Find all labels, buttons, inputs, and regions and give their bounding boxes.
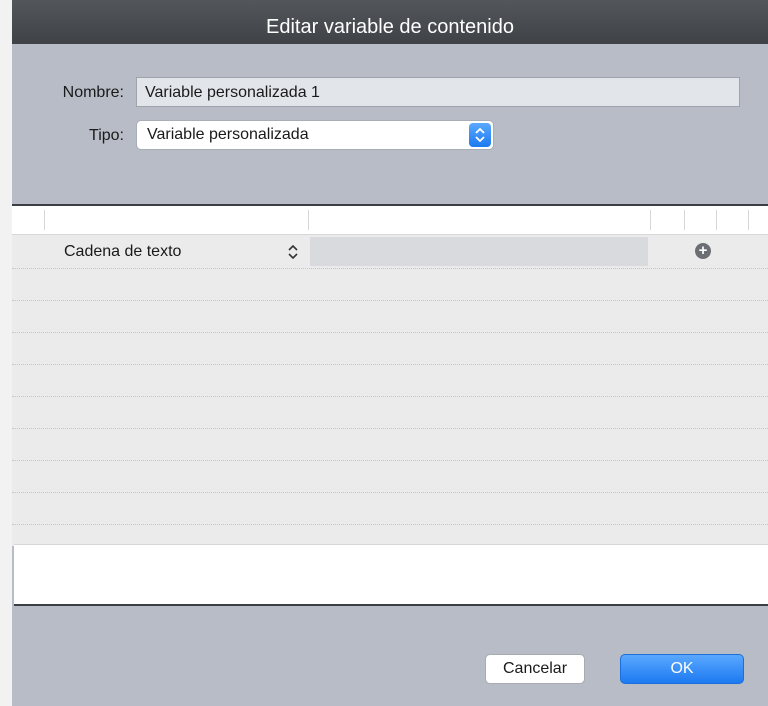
grid-line — [12, 332, 768, 333]
dialog-window: Editar variable de contenido Nombre: Var… — [12, 0, 768, 706]
dialog-title: Editar variable de contenido — [12, 0, 768, 44]
name-field[interactable]: Variable personalizada 1 — [136, 77, 740, 107]
grid-line — [12, 268, 768, 269]
cancel-button[interactable]: Cancelar — [485, 654, 585, 684]
row-value-field[interactable] — [310, 237, 648, 266]
grid-line — [12, 300, 768, 301]
type-label: Tipo: — [89, 127, 124, 144]
grid-line — [12, 492, 768, 493]
grid-line — [12, 460, 768, 461]
name-label: Nombre: — [62, 84, 124, 101]
chevron-up-down-icon[interactable] — [288, 235, 298, 268]
column-divider — [748, 210, 749, 230]
type-select[interactable]: Variable personalizada — [136, 120, 494, 150]
ok-button[interactable]: OK — [620, 654, 744, 684]
grid-line — [12, 524, 768, 525]
variable-table: Cadena de texto + — [12, 204, 768, 546]
grid-line — [12, 396, 768, 397]
column-divider — [716, 210, 717, 230]
table-header — [12, 206, 768, 235]
footer-text-field[interactable] — [14, 544, 768, 606]
grid-line — [12, 364, 768, 365]
column-divider — [44, 210, 45, 230]
type-select-value: Variable personalizada — [147, 126, 309, 143]
column-divider — [684, 210, 685, 230]
column-divider — [650, 210, 651, 230]
column-divider — [308, 210, 309, 230]
table-row[interactable]: Cadena de texto + — [12, 235, 768, 268]
row-type-label[interactable]: Cadena de texto — [64, 235, 181, 268]
chevron-up-down-icon[interactable] — [469, 123, 491, 147]
add-circle-icon[interactable]: + — [695, 243, 711, 259]
grid-line — [12, 428, 768, 429]
